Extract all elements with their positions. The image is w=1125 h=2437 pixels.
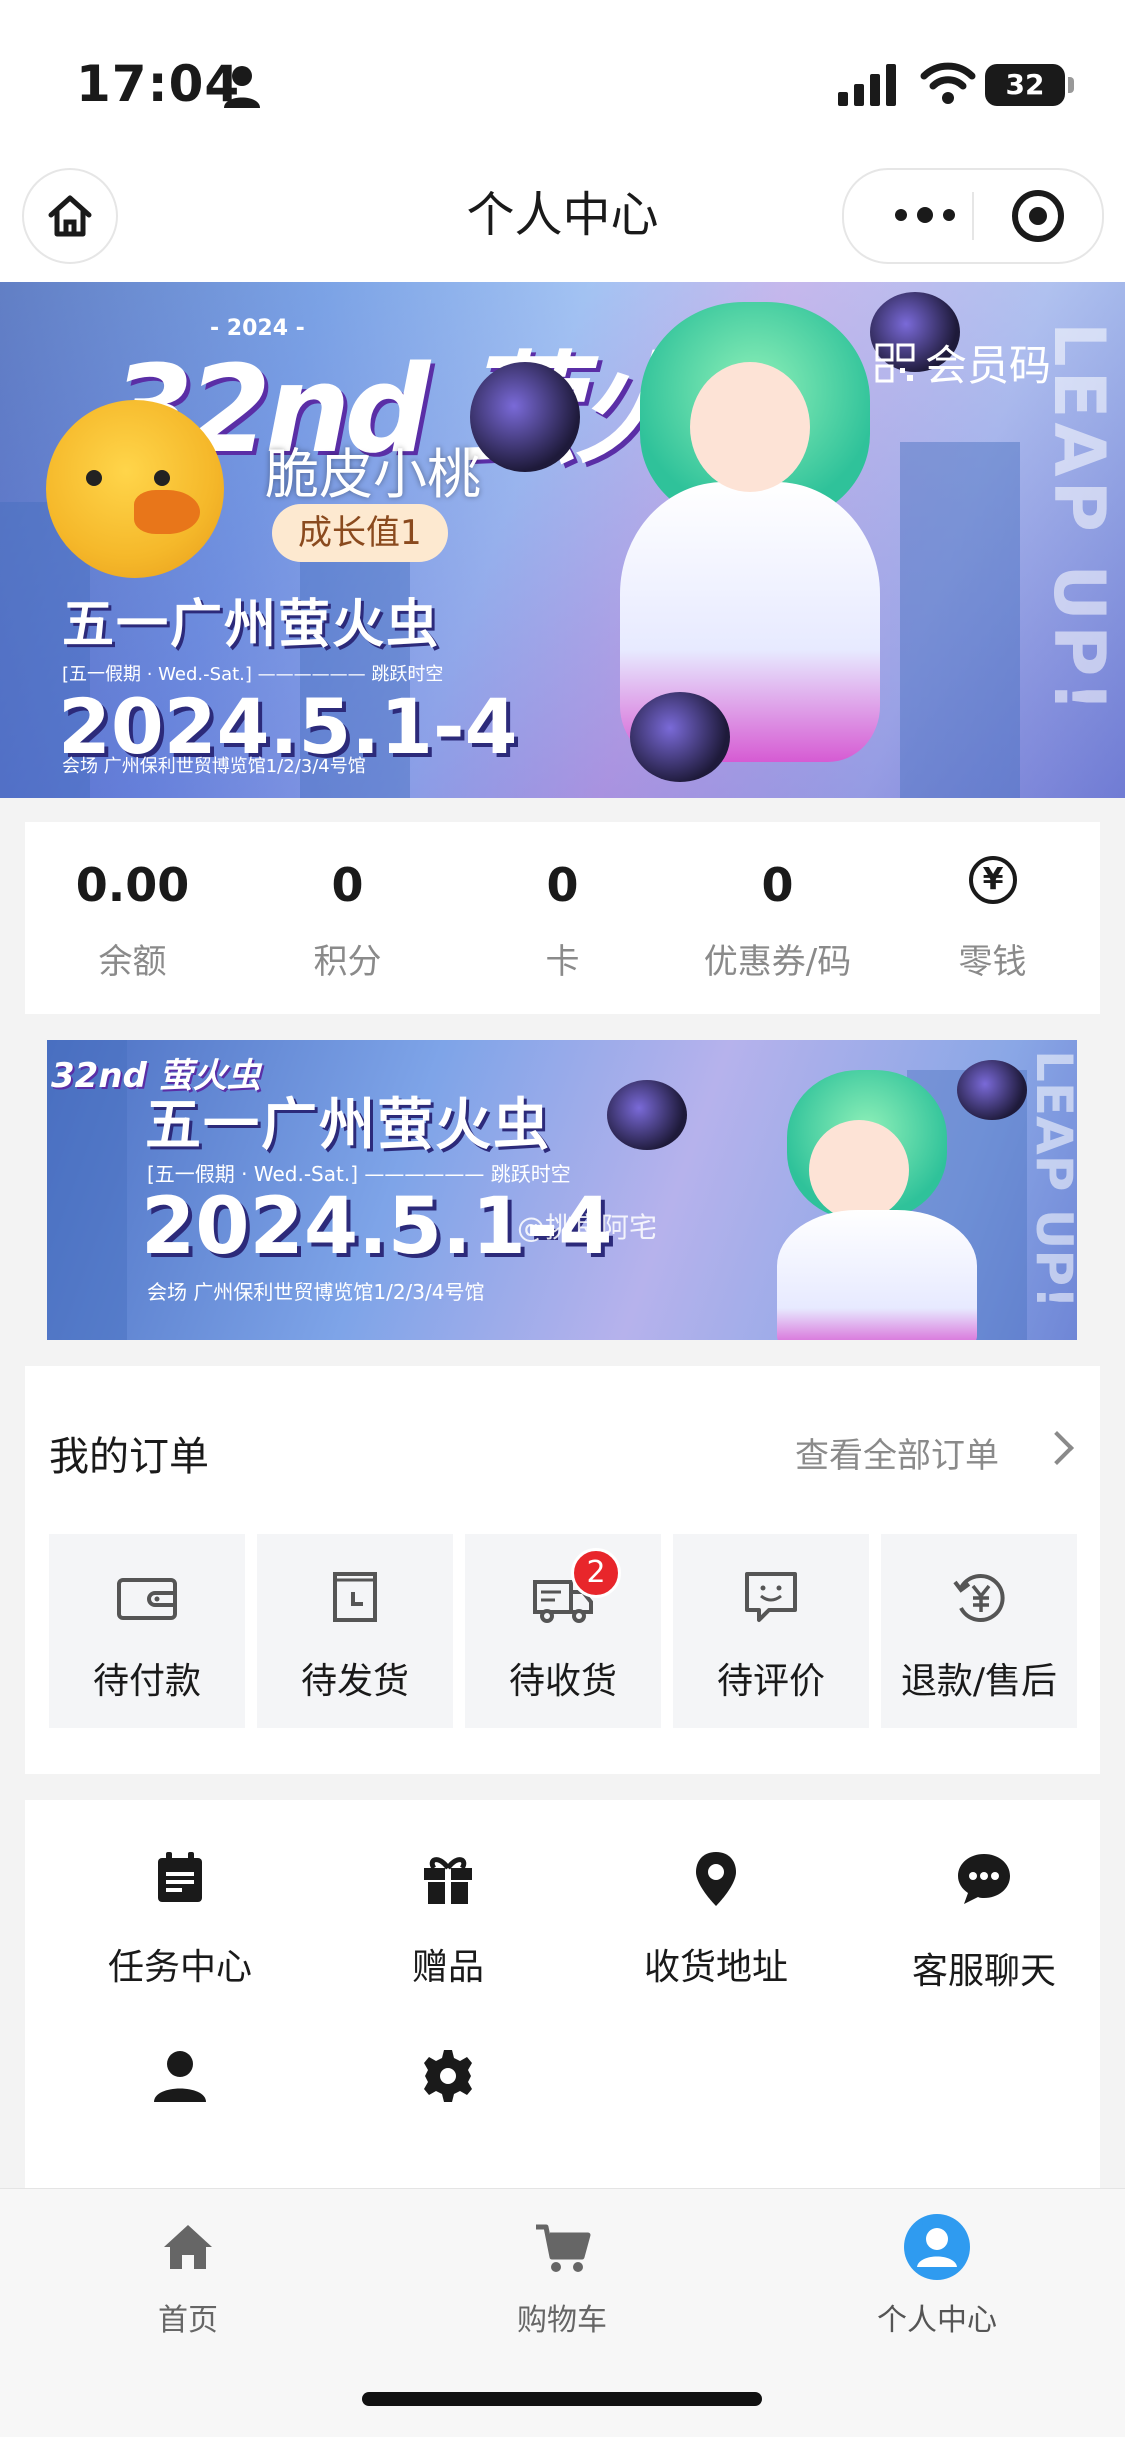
hero-side-text: LEAP UP! xyxy=(1038,322,1120,717)
username: 脆皮小桃 xyxy=(265,443,481,506)
qr-code-icon xyxy=(875,343,915,382)
order-count-badge: 2 xyxy=(571,1548,621,1598)
tab-label: 购物车 xyxy=(517,2303,607,2338)
gift-icon xyxy=(424,1857,472,1904)
robot-mascot-illustration xyxy=(607,1080,687,1150)
hero-event-venue: 会场 广州保利世贸博览馆1/2/3/4号馆 xyxy=(62,756,366,777)
service-profile[interactable] xyxy=(46,2038,314,2188)
stat-coupons[interactable]: 0 优惠券/码 xyxy=(670,822,885,1014)
battery-indicator: 32 xyxy=(985,64,1074,106)
stat-balance[interactable]: 0.00 余额 xyxy=(25,822,240,1014)
miniprogram-capsule xyxy=(842,168,1104,264)
service-label: 客服聊天 xyxy=(911,1951,1056,1992)
order-tile-label: 待付款 xyxy=(92,1661,201,1702)
status-bar: 17:04 32 xyxy=(0,0,1125,160)
signal-icon xyxy=(838,64,896,106)
box-clock-icon xyxy=(333,1572,377,1622)
stat-points[interactable]: 0 积分 xyxy=(240,822,455,1014)
user-circle-icon xyxy=(904,2214,970,2280)
banner-watermark: @挑良阿宅 xyxy=(517,1211,658,1244)
tab-home[interactable]: 首页 xyxy=(108,2203,268,2338)
stat-label: 余额 xyxy=(98,942,167,982)
stat-change[interactable]: ¥ 零钱 xyxy=(885,822,1100,1014)
service-task-center[interactable]: 任务中心 xyxy=(46,1800,314,1988)
tab-label: 首页 xyxy=(158,2303,218,2338)
order-tile-label: 退款/售后 xyxy=(900,1661,1058,1702)
stat-label: 优惠券/码 xyxy=(703,942,852,982)
order-pending-shipment[interactable]: 待发货 xyxy=(257,1534,453,1728)
wallet-icon xyxy=(117,1578,177,1620)
promo-banner[interactable]: LEAP UP! 32nd 萤火虫 五一广州萤火虫 [五一假期 · Wed.-S… xyxy=(47,1040,1077,1340)
banner-event-title: 五一广州萤火虫 xyxy=(145,1093,551,1158)
tab-profile[interactable]: 个人中心 xyxy=(857,2203,1017,2338)
wifi-icon xyxy=(920,62,976,104)
status-time: 17:04 xyxy=(76,55,241,113)
nav-bar: 个人中心 xyxy=(0,160,1125,282)
close-target-icon[interactable] xyxy=(1012,190,1064,242)
order-pending-review[interactable]: 待评价 xyxy=(673,1534,869,1728)
stat-value: 0 xyxy=(331,858,364,912)
review-icon xyxy=(745,1572,797,1622)
task-icon xyxy=(158,1852,202,1902)
order-tile-label: 待收货 xyxy=(508,1661,617,1702)
hero-event-title: 五一广州萤火虫 xyxy=(62,595,441,655)
tab-label: 个人中心 xyxy=(877,2303,997,2338)
robot-mascot-illustration xyxy=(470,362,580,472)
home-indicator xyxy=(362,2392,762,2406)
order-tile-label: 待评价 xyxy=(716,1661,825,1702)
service-gifts[interactable]: 赠品 xyxy=(314,1800,582,1988)
chat-icon xyxy=(958,1854,1010,1904)
my-orders-card: 我的订单 查看全部订单 待付款 待发货 2 待收货 待评价 退款/售后 xyxy=(25,1366,1100,1774)
yen-circle-icon: ¥ xyxy=(969,856,1017,904)
stat-label: 零钱 xyxy=(958,942,1027,982)
stat-label: 卡 xyxy=(545,942,580,982)
home-icon xyxy=(164,2225,212,2269)
account-stats: 0.00 余额 0 积分 0 卡 0 优惠券/码 ¥ 零钱 xyxy=(25,822,1100,1014)
stat-cards[interactable]: 0 卡 xyxy=(455,822,670,1014)
service-label: 任务中心 xyxy=(107,1947,252,1988)
person-icon xyxy=(154,2051,206,2102)
services-grid: 任务中心 赠品 收货地址 客服聊天 xyxy=(25,1800,1100,2190)
orders-title: 我的订单 xyxy=(49,1434,209,1480)
profile-hero-banner: - 2024 - 32nd 萤火虫 LEAP UP! 五一广州萤火虫 [五一假期… xyxy=(0,282,1125,798)
member-code-label: 会员码 xyxy=(925,341,1052,390)
view-all-orders-link[interactable]: 查看全部订单 xyxy=(795,1428,999,1477)
tab-cart[interactable]: 购物车 xyxy=(482,2203,642,2338)
service-shipping-address[interactable]: 收货地址 xyxy=(582,1800,850,1988)
order-pending-receipt[interactable]: 2 待收货 xyxy=(465,1534,661,1728)
growth-value-badge[interactable]: 成长值1 xyxy=(272,504,448,562)
order-refund-aftersale[interactable]: 退款/售后 xyxy=(881,1534,1077,1728)
service-settings[interactable] xyxy=(314,2038,582,2188)
refund-icon xyxy=(953,1574,1005,1622)
service-label: 赠品 xyxy=(411,1947,484,1988)
stat-label: 积分 xyxy=(313,942,382,982)
capsule-divider xyxy=(972,192,974,240)
order-pending-payment[interactable]: 待付款 xyxy=(49,1534,245,1728)
stat-value: 0.00 xyxy=(75,858,190,912)
cart-icon xyxy=(536,2224,591,2272)
stat-value: 0 xyxy=(761,858,794,912)
banner-event-venue: 会场 广州保利世贸博览馆1/2/3/4号馆 xyxy=(147,1280,485,1304)
chevron-right-icon[interactable] xyxy=(1040,1431,1074,1465)
location-pin-icon xyxy=(696,1852,736,1906)
avatar[interactable] xyxy=(46,400,224,578)
service-label: 收货地址 xyxy=(643,1947,788,1988)
member-code-button[interactable]: 会员码 xyxy=(875,332,1051,393)
more-options-icon[interactable] xyxy=(880,200,970,230)
settings-gear-icon xyxy=(424,2050,472,2102)
service-customer-chat[interactable]: 客服聊天 xyxy=(850,1800,1118,1992)
order-tile-label: 待发货 xyxy=(300,1661,409,1702)
stat-value: 0 xyxy=(546,858,579,912)
banner-side-text: LEAP UP! xyxy=(1025,1050,1077,1309)
person-status-icon xyxy=(224,66,260,108)
